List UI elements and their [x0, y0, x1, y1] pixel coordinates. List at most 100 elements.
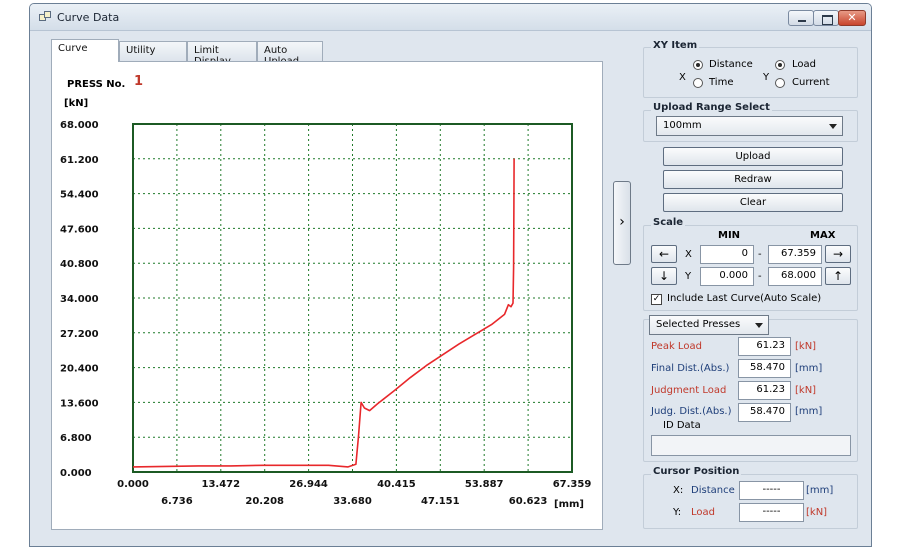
include-last-label: Include Last Curve(Auto Scale): [667, 293, 822, 304]
y-tick-label: 20.400: [60, 364, 99, 375]
upload-button[interactable]: Upload: [663, 147, 843, 166]
scale-min-label: MIN: [718, 230, 741, 241]
radio-distance[interactable]: [693, 60, 703, 70]
scale-x-separator: -: [758, 249, 762, 260]
tab-curve[interactable]: Curve: [51, 39, 119, 62]
x-tick-label: 33.680: [333, 496, 372, 507]
cursor-y-name: Load: [691, 507, 715, 518]
cursor-y-value: -----: [739, 503, 804, 522]
cursor-x-name: Distance: [691, 485, 735, 496]
judg-dist-label: Judg. Dist.(Abs.): [651, 406, 732, 417]
window-title: Curve Data: [57, 11, 120, 24]
scale-right-arrow-button[interactable]: →: [825, 245, 851, 263]
title-bar: Curve Data ✕: [30, 4, 871, 31]
scale-x-label: X: [685, 249, 692, 260]
y-tick-label: 68.000: [60, 120, 99, 131]
radio-current[interactable]: [775, 78, 785, 88]
x-tick-label: 67.359: [553, 479, 592, 490]
scale-x-min-input[interactable]: 0: [700, 245, 754, 264]
panel-toggle-button[interactable]: ›: [613, 181, 631, 265]
y-tick-label: 6.800: [60, 433, 92, 444]
upload-range-title: Upload Range Select: [651, 102, 772, 113]
scale-x-max-input[interactable]: 67.359: [768, 245, 822, 264]
chevron-down-icon: [829, 124, 837, 129]
selected-presses-value: Selected Presses: [656, 319, 741, 330]
x-tick-label: 53.887: [465, 479, 504, 490]
xy-x-label: X: [679, 72, 686, 83]
curve-data-window: Curve Data ✕ Curve Utility Limit Display…: [29, 3, 872, 547]
tab-auto-upload[interactable]: Auto Upload: [257, 41, 323, 67]
scale-y-separator: -: [758, 271, 762, 282]
radio-distance-label: Distance: [709, 59, 753, 70]
id-data-field[interactable]: [651, 435, 851, 456]
x-tick-label: 13.472: [202, 479, 241, 490]
minimize-button[interactable]: [788, 10, 814, 26]
curve-tab-panel: 0.000 6.800 13.600 20.400 27.200 34.000 40.800…: [51, 61, 603, 530]
maximize-button[interactable]: [813, 10, 839, 26]
xy-y-label: Y: [763, 72, 770, 83]
app-icon: [39, 11, 52, 23]
radio-load-label: Load: [792, 59, 816, 70]
radio-current-label: Current: [792, 77, 830, 88]
judgment-load-label: Judgment Load: [651, 385, 727, 396]
xy-item-title: XY Item: [651, 40, 700, 51]
y-axis-unit: [kN]: [64, 98, 89, 109]
judgment-load-unit: [kN]: [795, 385, 817, 396]
cursor-position-title: Cursor Position: [651, 466, 742, 477]
y-tick-label: 34.000: [60, 294, 99, 305]
close-icon: ✕: [847, 11, 857, 24]
scale-y-min-input[interactable]: 0.000: [700, 267, 754, 286]
upload-range-select[interactable]: 100mm: [656, 116, 843, 136]
xy-item-group: [643, 47, 858, 98]
final-dist-unit: [mm]: [795, 363, 823, 374]
peak-load-unit: [kN]: [795, 341, 817, 352]
x-tick-label: 20.208: [245, 496, 284, 507]
y-tick-label: 27.200: [60, 329, 99, 340]
x-tick-label: 6.736: [161, 496, 193, 507]
tab-limit-display[interactable]: Limit Display: [187, 41, 257, 67]
y-tick-label: 0.000: [60, 468, 92, 479]
radio-time[interactable]: [693, 78, 703, 88]
scale-left-arrow-button[interactable]: ←: [651, 245, 677, 263]
peak-load-label: Peak Load: [651, 341, 702, 352]
y-tick-label: 61.200: [60, 155, 99, 166]
id-data-label: ID Data: [663, 420, 701, 431]
scale-down-arrow-button[interactable]: ↓: [651, 267, 677, 285]
x-tick-label: 26.944: [289, 479, 328, 490]
cursor-x-unit: [mm]: [806, 485, 834, 496]
selected-presses-select[interactable]: Selected Presses: [649, 315, 769, 335]
final-dist-value: 58.470: [738, 359, 791, 378]
curve-chart[interactable]: 0.000 6.800 13.600 20.400 27.200 34.000 40.800…: [52, 62, 604, 531]
scale-max-label: MAX: [810, 230, 836, 241]
x-axis-unit: [mm]: [554, 499, 584, 510]
radio-load[interactable]: [775, 60, 785, 70]
cursor-x-value: -----: [739, 481, 804, 500]
y-tick-label: 40.800: [60, 259, 99, 270]
x-tick-label: 47.151: [421, 496, 460, 507]
cursor-y-unit: [kN]: [806, 507, 828, 518]
radio-time-label: Time: [709, 77, 734, 88]
cursor-x-axis-label: X:: [673, 485, 684, 496]
y-tick-label: 47.600: [60, 224, 99, 235]
scale-title: Scale: [651, 217, 686, 228]
tab-utility[interactable]: Utility: [119, 41, 187, 61]
judgment-load-value: 61.23: [738, 381, 791, 400]
judg-dist-unit: [mm]: [795, 406, 823, 417]
press-number: 1: [134, 74, 144, 89]
judg-dist-value: 58.470: [738, 403, 791, 422]
y-tick-label: 13.600: [60, 398, 99, 409]
x-tick-label: 60.623: [509, 496, 548, 507]
y-tick-label: 54.400: [60, 190, 99, 201]
close-button[interactable]: ✕: [838, 10, 866, 26]
press-label: PRESS No.: [67, 79, 126, 90]
cursor-y-axis-label: Y:: [673, 507, 682, 518]
x-tick-label: 0.000: [117, 479, 149, 490]
scale-y-max-input[interactable]: 68.000: [768, 267, 822, 286]
clear-button[interactable]: Clear: [663, 193, 843, 212]
scale-up-arrow-button[interactable]: ↑: [825, 267, 851, 285]
redraw-button[interactable]: Redraw: [663, 170, 843, 189]
x-tick-label: 40.415: [377, 479, 416, 490]
upload-range-value: 100mm: [663, 120, 702, 131]
peak-load-value: 61.23: [738, 337, 791, 356]
include-last-checkbox[interactable]: ✓: [651, 294, 662, 305]
